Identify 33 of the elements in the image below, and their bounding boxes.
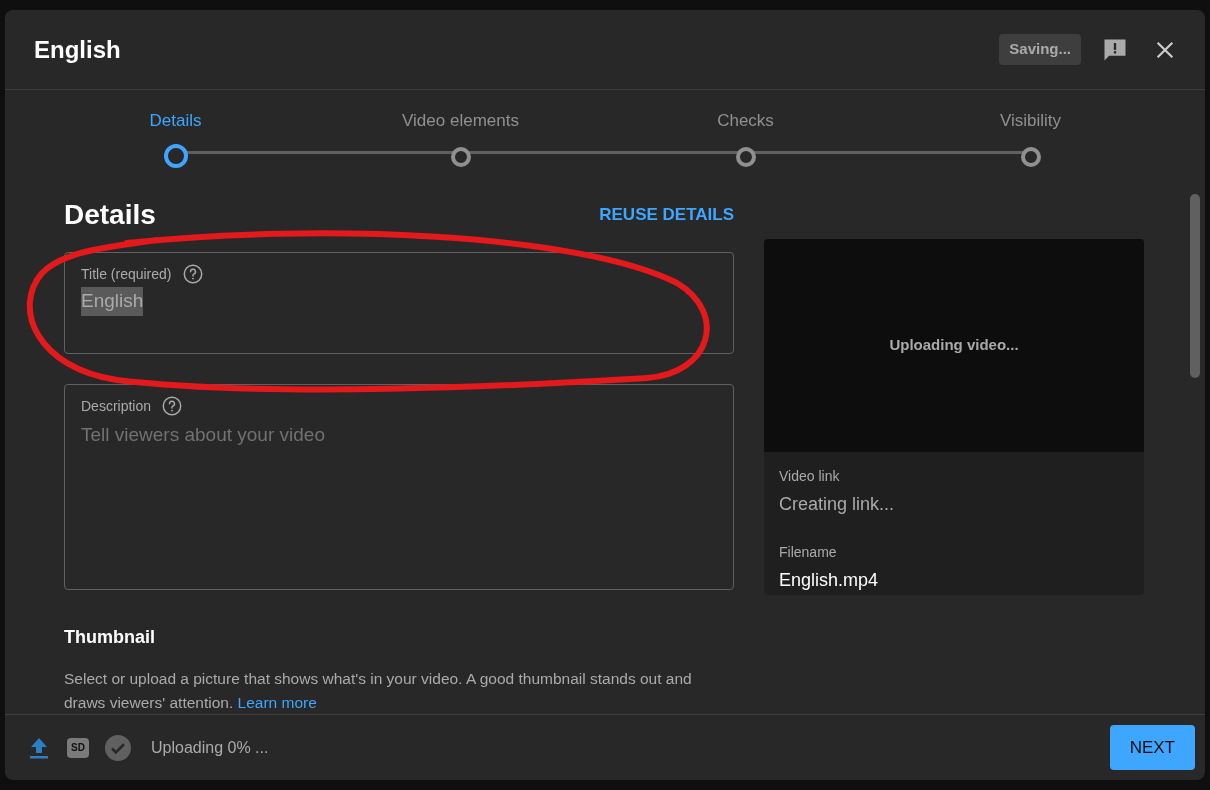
sd-quality-icon: SD: [67, 737, 89, 758]
section-heading: Details: [64, 198, 156, 232]
help-icon[interactable]: [161, 395, 184, 417]
thumbnail-description: Select or upload a picture that shows what's in your video. A good thumbnail stands out and draws viewers' attention. Learn more: [64, 669, 693, 713]
step-marker: [735, 146, 756, 167]
upload-progress-text: Uploading 0% ...: [151, 737, 269, 758]
step-marker: [1020, 146, 1041, 167]
filename: English.mp4: [779, 569, 880, 592]
info-label: Filename: [779, 543, 838, 562]
step-tab[interactable]: Video elements: [402, 108, 519, 134]
info-label: Video link: [779, 467, 841, 486]
upload-icon: [29, 736, 49, 759]
field-label: Description: [81, 396, 152, 416]
help-icon[interactable]: [181, 263, 204, 285]
title-field[interactable]: Title (required) English: [64, 252, 734, 354]
dialog-title: English: [34, 34, 121, 65]
step-tab[interactable]: Visibility: [999, 108, 1062, 134]
saving-status: Saving...: [999, 34, 1081, 65]
step-tab[interactable]: Checks: [717, 108, 774, 134]
step-marker: [450, 146, 471, 167]
description-field[interactable]: Description Tell viewers about your video: [64, 384, 734, 590]
step-tab[interactable]: Details: [149, 108, 202, 134]
title-value: English: [81, 287, 144, 316]
learn-more-link[interactable]: Learn more: [237, 694, 317, 711]
thumbnail-heading: Thumbnail: [64, 626, 156, 649]
field-label: Title (required): [81, 264, 172, 284]
reuse-details-link[interactable]: REUSE DETAILS: [599, 202, 734, 228]
check-circle-icon: [105, 734, 131, 761]
next-button[interactable]: NEXT: [1109, 725, 1195, 770]
step-marker: [163, 143, 188, 168]
scrollbar-thumb[interactable]: [1190, 194, 1200, 378]
description-input[interactable]: Tell viewers about your video: [81, 421, 717, 589]
upload-status: Uploading video...: [889, 335, 1019, 356]
